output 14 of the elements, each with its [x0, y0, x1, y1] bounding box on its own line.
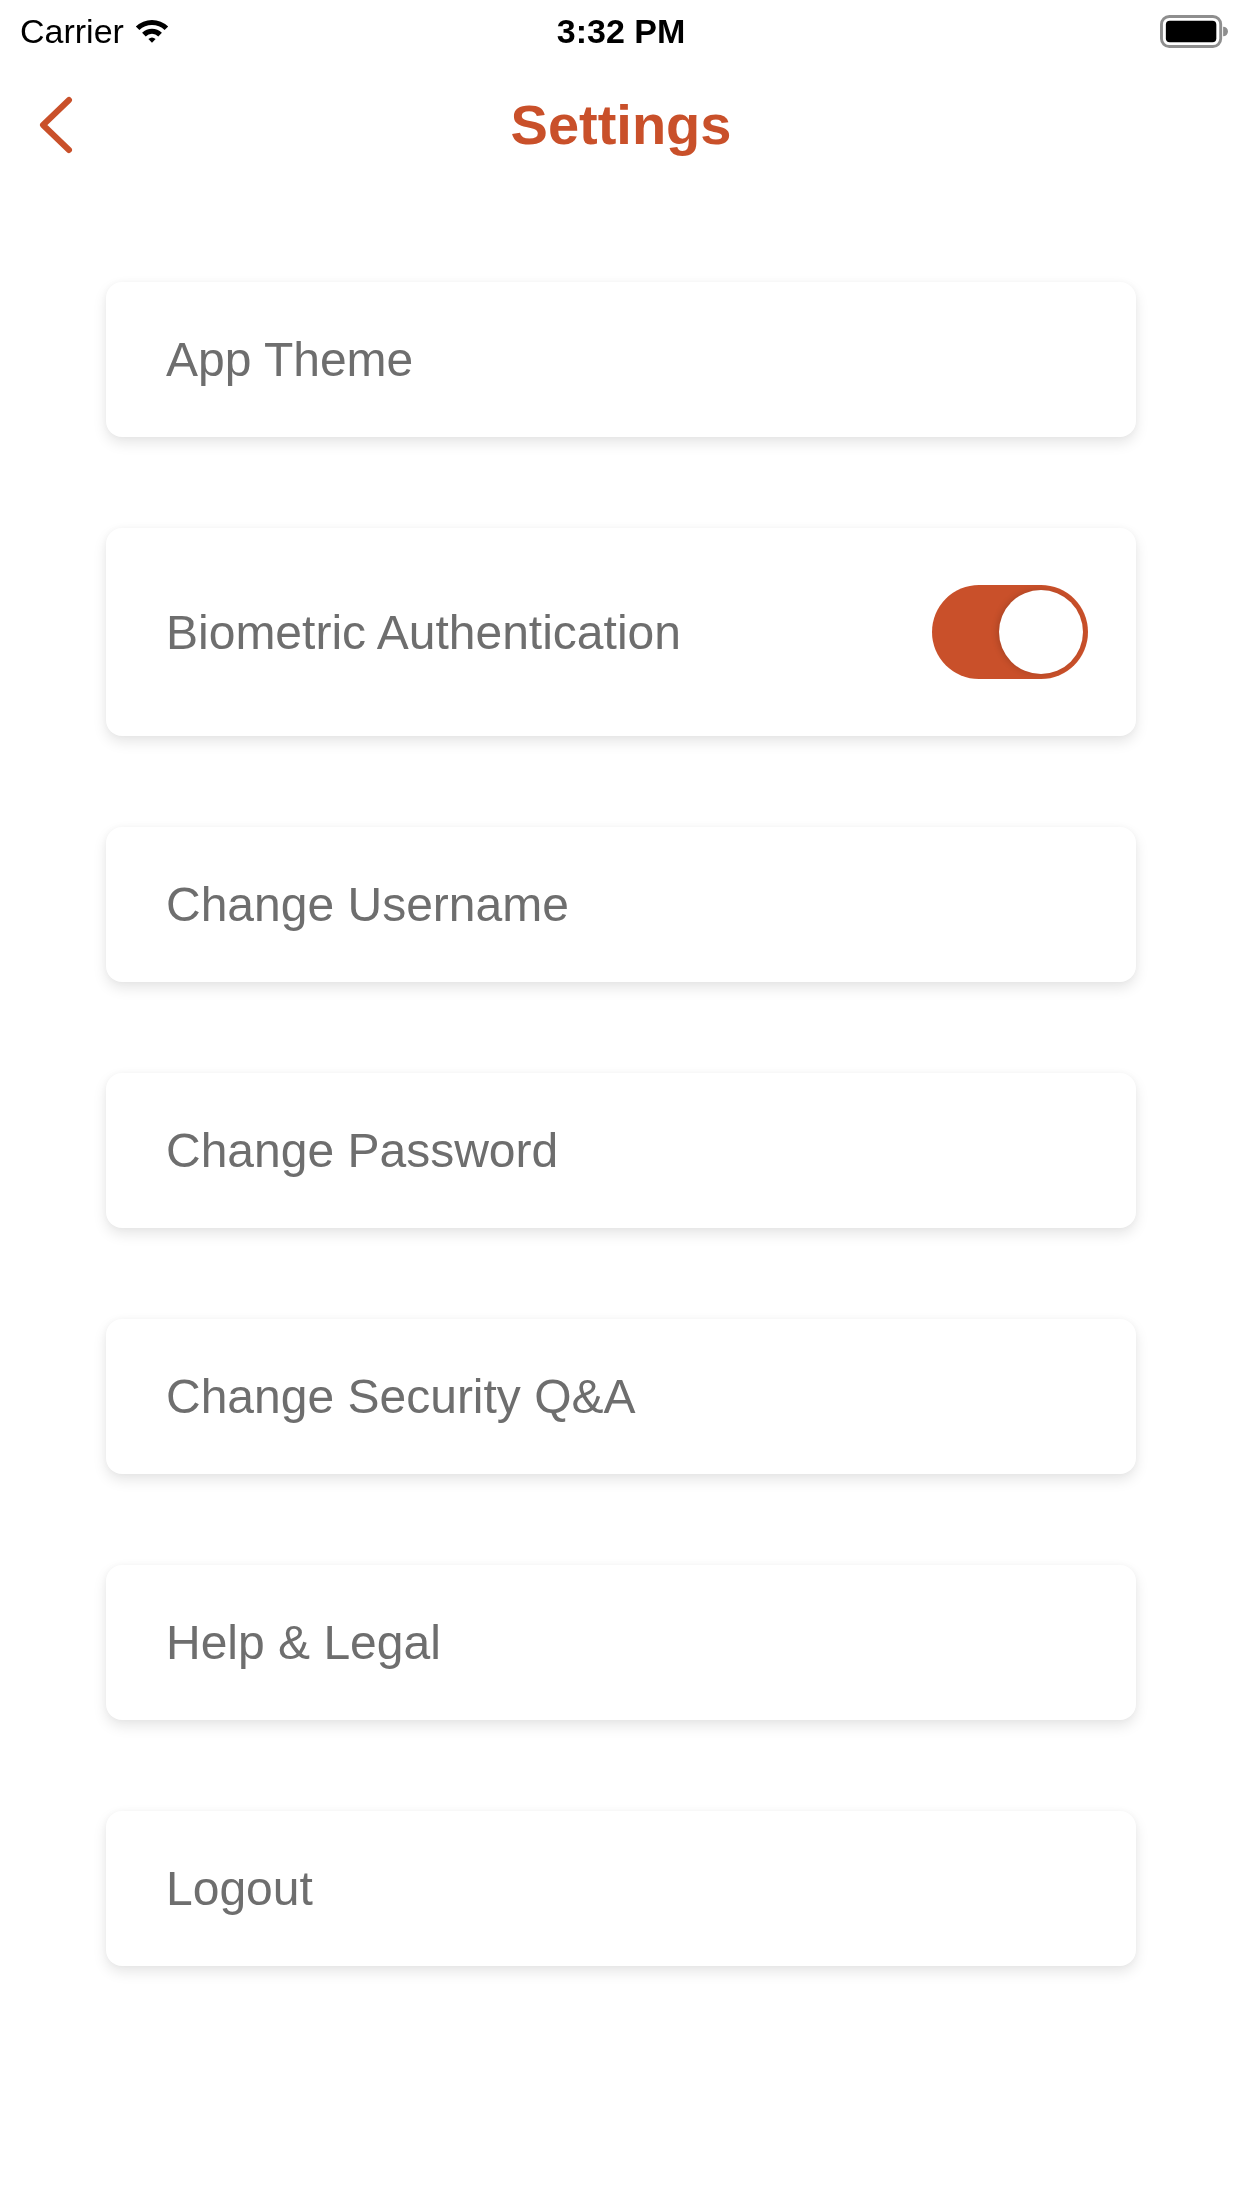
- wifi-icon: [133, 17, 170, 45]
- row-label: Biometric Authentication: [166, 604, 681, 660]
- settings-row[interactable]: Help & Legal: [106, 1565, 1136, 1720]
- settings-row[interactable]: Change Password: [106, 1073, 1136, 1228]
- settings-row[interactable]: Change Security Q&A: [106, 1319, 1136, 1474]
- settings-row[interactable]: Logout: [106, 1811, 1136, 1966]
- status-time: 3:32 PM: [556, 11, 686, 51]
- carrier-name: Carrier: [20, 11, 124, 51]
- settings-row[interactable]: App Theme: [106, 282, 1136, 437]
- battery-icon: [1160, 14, 1228, 48]
- chevron-left-icon: [38, 96, 74, 154]
- settings-row[interactable]: Change Username: [106, 827, 1136, 982]
- settings-row[interactable]: Biometric Authentication: [106, 528, 1136, 736]
- page-title: Settings: [510, 91, 732, 157]
